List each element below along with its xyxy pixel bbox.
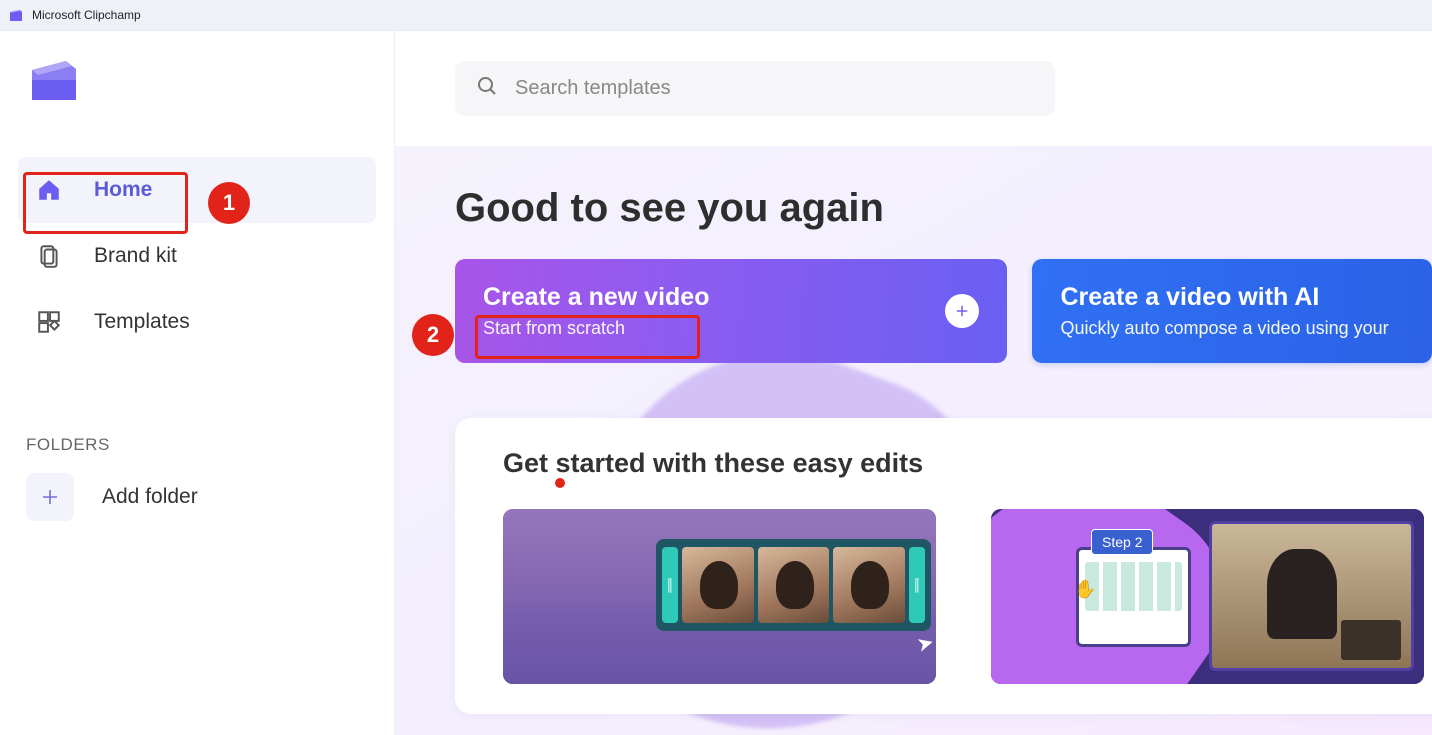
sidebar-item-templates[interactable]: Templates — [18, 289, 376, 355]
main-top — [395, 31, 1432, 146]
greeting-heading: Good to see you again — [455, 186, 1432, 231]
titlebar: Microsoft Clipchamp — [0, 0, 1432, 31]
action-cards-row: Create a new video Start from scratch Cr… — [455, 259, 1432, 363]
main-content: Good to see you again Create a new video… — [395, 31, 1432, 735]
plus-icon — [26, 473, 74, 521]
sidebar-item-label: Brand kit — [94, 244, 177, 268]
card-subtitle: Start from scratch — [483, 318, 709, 339]
hero-area: Good to see you again Create a new video… — [395, 146, 1432, 735]
template-thumbnail-1[interactable]: ║ ║ ➤ — [503, 509, 936, 684]
folders-section-label: FOLDERS — [26, 435, 376, 455]
clipchamp-logo — [28, 56, 376, 107]
search-input[interactable] — [515, 77, 1035, 100]
sidebar-item-home[interactable]: Home — [18, 157, 376, 223]
create-new-video-card[interactable]: Create a new video Start from scratch — [455, 259, 1007, 363]
step-badge: Step 2 — [1091, 529, 1153, 555]
plus-circle-icon — [945, 294, 979, 328]
card-subtitle: Quickly auto compose a video using your — [1060, 318, 1388, 339]
home-icon — [36, 177, 62, 203]
clipchamp-app-icon — [8, 7, 24, 23]
template-thumbnail-2[interactable]: Step 2 ✋ — [991, 509, 1424, 684]
search-icon — [475, 74, 499, 103]
titlebar-app-name: Microsoft Clipchamp — [32, 8, 141, 22]
templates-icon — [36, 309, 62, 335]
sidebar-item-brand-kit[interactable]: Brand kit — [18, 223, 376, 289]
card-title: Create a video with AI — [1060, 283, 1388, 312]
add-folder-button[interactable]: Add folder — [18, 473, 376, 521]
sidebar-item-label: Home — [94, 178, 152, 202]
panel-title: Get started with these easy edits — [503, 448, 1424, 479]
brand-kit-icon — [36, 243, 62, 269]
hand-icon: ✋ — [1074, 579, 1096, 600]
thumbnail-row: ║ ║ ➤ Step 2 — [503, 509, 1424, 684]
sidebar-item-label: Templates — [94, 310, 190, 334]
sidebar: Home Brand kit Templates FOLDERS Add fol… — [0, 31, 395, 735]
app-body: Home Brand kit Templates FOLDERS Add fol… — [0, 31, 1432, 735]
search-bar[interactable] — [455, 61, 1055, 116]
card-title: Create a new video — [483, 283, 709, 312]
create-video-ai-card[interactable]: Create a video with AI Quickly auto comp… — [1032, 259, 1432, 363]
easy-edits-panel: Get started with these easy edits ║ ║ — [455, 418, 1432, 714]
add-folder-label: Add folder — [102, 485, 198, 509]
